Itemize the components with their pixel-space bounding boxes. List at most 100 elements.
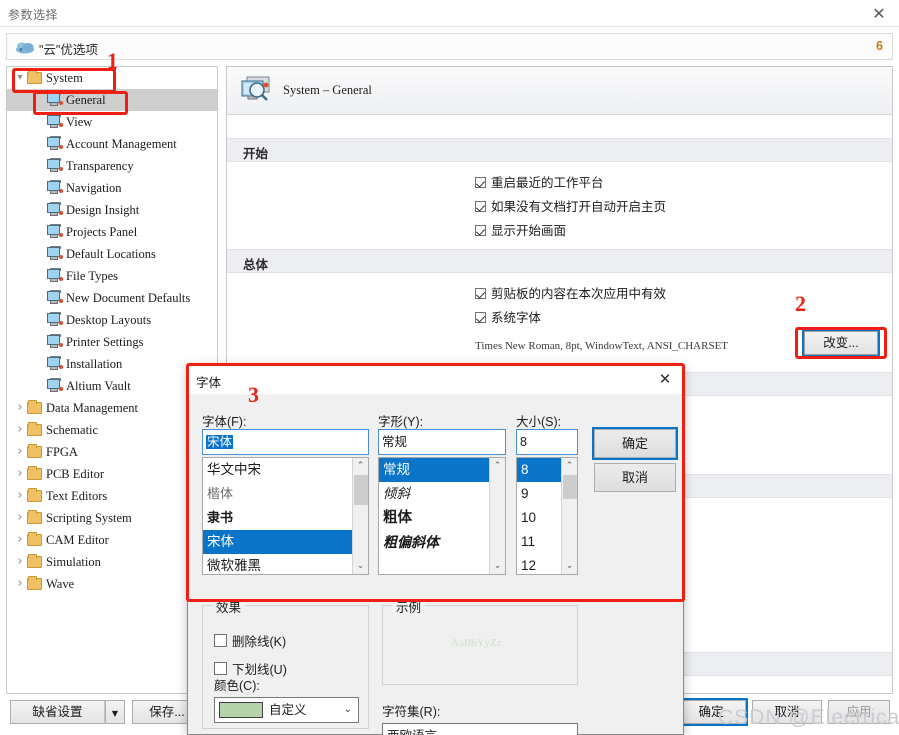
chevron-right-icon[interactable]: › (13, 419, 27, 441)
font-dialog-close-icon[interactable]: ✕ (653, 368, 677, 390)
checkbox-icon[interactable] (475, 312, 486, 323)
scroll-up-icon[interactable]: ⌃ (353, 458, 368, 474)
tree-item-design-insight[interactable]: Design Insight (7, 199, 217, 221)
tree-item-printer-settings[interactable]: Printer Settings (7, 331, 217, 353)
font-name-item[interactable]: 微软雅黑 (203, 554, 352, 574)
font-name-item[interactable]: 华文中宋 (203, 458, 352, 482)
tree-item-pcb-editor[interactable]: › PCB Editor (7, 463, 217, 485)
tree-item-cam-editor[interactable]: › CAM Editor (7, 529, 217, 551)
monitor-icon (47, 158, 63, 172)
tree-item-fpga[interactable]: › FPGA (7, 441, 217, 463)
tree-item-altium-vault[interactable]: Altium Vault (7, 375, 217, 397)
font-style-item[interactable]: 粗体 (379, 506, 489, 530)
section-header-start: 开始 (227, 138, 892, 162)
scroll-thumb[interactable] (354, 475, 368, 505)
chevron-right-icon[interactable]: › (13, 551, 27, 573)
tree-item-projects-panel[interactable]: Projects Panel (7, 221, 217, 243)
checkbox-icon[interactable] (475, 225, 486, 236)
chevron-right-icon[interactable]: › (13, 485, 27, 507)
tree-item-data-management[interactable]: › Data Management (7, 397, 217, 419)
folder-icon (27, 510, 42, 524)
tree-item-default-locations[interactable]: Default Locations (7, 243, 217, 265)
scroll-up-icon[interactable]: ⌃ (490, 458, 505, 474)
font-style-item[interactable]: 倾斜 (379, 482, 489, 506)
apply-button[interactable]: 应用 (828, 700, 890, 724)
font-style-list[interactable]: 常规 倾斜 粗体 粗偏斜体 ⌃ ⌄ (378, 457, 506, 575)
tree-item-wave[interactable]: › Wave (7, 573, 217, 595)
checkbox-icon[interactable] (475, 288, 486, 299)
tree-item-scripting-system[interactable]: › Scripting System (7, 507, 217, 529)
tree-item-desktop-layouts[interactable]: Desktop Layouts (7, 309, 217, 331)
font-size-input[interactable]: 8 (516, 429, 578, 455)
chevron-right-icon[interactable]: › (13, 507, 27, 529)
tree-item-new-document-defaults[interactable]: New Document Defaults (7, 287, 217, 309)
font-size-item[interactable]: 12 (517, 554, 561, 574)
checkbox-icon[interactable] (475, 177, 486, 188)
window-title-bar: 参数选择 (0, 0, 899, 27)
change-font-button[interactable]: 改变... (802, 329, 880, 357)
tree-item-system[interactable]: ▾ System (7, 67, 217, 89)
font-name-input[interactable]: 宋体 (202, 429, 369, 455)
checkbox-row[interactable]: 显示开始画面 (475, 220, 566, 239)
chevron-right-icon[interactable]: › (13, 463, 27, 485)
tree-item-text-editors[interactable]: › Text Editors (7, 485, 217, 507)
tree-item-general[interactable]: General (7, 89, 217, 111)
tree-item-navigation[interactable]: Navigation (7, 177, 217, 199)
effect-checkbox-row[interactable]: 删除线(K) (214, 631, 286, 650)
font-size-list-scrollbar[interactable]: ⌃ ⌄ (561, 458, 577, 574)
font-name-item[interactable]: 宋体 (203, 530, 352, 554)
font-style-input[interactable]: 常规 (378, 429, 506, 455)
cloud-options-bar[interactable]: "云"优选项 6 (6, 33, 893, 60)
scroll-thumb[interactable] (563, 475, 577, 499)
checkbox-row[interactable]: 剪贴板的内容在本次应用中有效 (475, 283, 666, 302)
tree-item-account-management[interactable]: Account Management (7, 133, 217, 155)
scroll-up-icon[interactable]: ⌃ (562, 458, 577, 474)
font-size-item[interactable]: 11 (517, 530, 561, 554)
tree-item-simulation[interactable]: › Simulation (7, 551, 217, 573)
font-name-list[interactable]: 华文中宋楷体隶书宋体微软雅黑新宋体幼圆 ⌃ ⌄ (202, 457, 369, 575)
checkbox-row[interactable]: 如果没有文档打开自动开启主页 (475, 196, 666, 215)
charset-combobox[interactable]: 西欧语言 (382, 723, 578, 735)
monitor-icon (47, 224, 63, 238)
chevron-right-icon[interactable]: › (13, 529, 27, 551)
tree-item-installation[interactable]: Installation (7, 353, 217, 375)
chevron-down-icon[interactable]: ▾ (13, 67, 27, 89)
checkbox-icon[interactable] (475, 201, 486, 212)
scroll-down-icon[interactable]: ⌄ (562, 558, 577, 574)
font-dialog-ok-button[interactable]: 确定 (592, 427, 678, 460)
tree-item-file-types[interactable]: File Types (7, 265, 217, 287)
checkbox-icon[interactable] (214, 634, 227, 647)
font-name-list-scrollbar[interactable]: ⌃ ⌄ (352, 458, 368, 574)
cloud-icon (16, 42, 34, 54)
font-style-item[interactable]: 常规 (379, 458, 489, 482)
tree-item-transparency[interactable]: Transparency (7, 155, 217, 177)
default-settings-dropdown-button[interactable]: ▼ (105, 700, 125, 724)
color-combobox[interactable]: 自定义 ⌄ (214, 697, 359, 723)
font-style-item[interactable]: 粗偏斜体 (379, 530, 489, 554)
font-dialog-cancel-button[interactable]: 取消 (594, 463, 676, 492)
scroll-down-icon[interactable]: ⌄ (490, 558, 505, 574)
font-style-list-scrollbar[interactable]: ⌃ ⌄ (489, 458, 505, 574)
font-size-item[interactable]: 8 (517, 458, 561, 482)
font-style-label: 字形(Y): (378, 415, 424, 429)
checkbox-row[interactable]: 系统字体 (475, 307, 541, 326)
font-dialog: 字体 ✕ 字体(F): 字形(Y): 大小(S): 宋体 华文中宋 楷体 隶书 宋体微… (187, 364, 684, 735)
cancel-button[interactable]: 取消 (752, 700, 822, 724)
tree-item-view[interactable]: View (7, 111, 217, 133)
scroll-down-icon[interactable]: ⌄ (353, 558, 368, 574)
font-name-item[interactable]: 隶书 (203, 506, 352, 530)
font-size-item[interactable]: 10 (517, 506, 561, 530)
chevron-right-icon[interactable]: › (13, 441, 27, 463)
checkbox-icon[interactable] (214, 662, 227, 675)
chevron-right-icon[interactable]: › (13, 573, 27, 595)
checkbox-row[interactable]: 重启最近的工作平台 (475, 172, 604, 191)
tree-item-label: System (46, 71, 83, 85)
font-size-list[interactable]: 891011121416 ⌃ ⌄ (516, 457, 578, 575)
ok-button[interactable]: 确定 (674, 698, 748, 726)
font-name-item[interactable]: 楷体 (203, 482, 352, 506)
close-icon[interactable]: ✕ (869, 4, 889, 24)
font-size-item[interactable]: 9 (517, 482, 561, 506)
chevron-right-icon[interactable]: › (13, 397, 27, 419)
tree-item-schematic[interactable]: › Schematic (7, 419, 217, 441)
default-settings-button[interactable]: 缺省设置 (10, 700, 105, 724)
